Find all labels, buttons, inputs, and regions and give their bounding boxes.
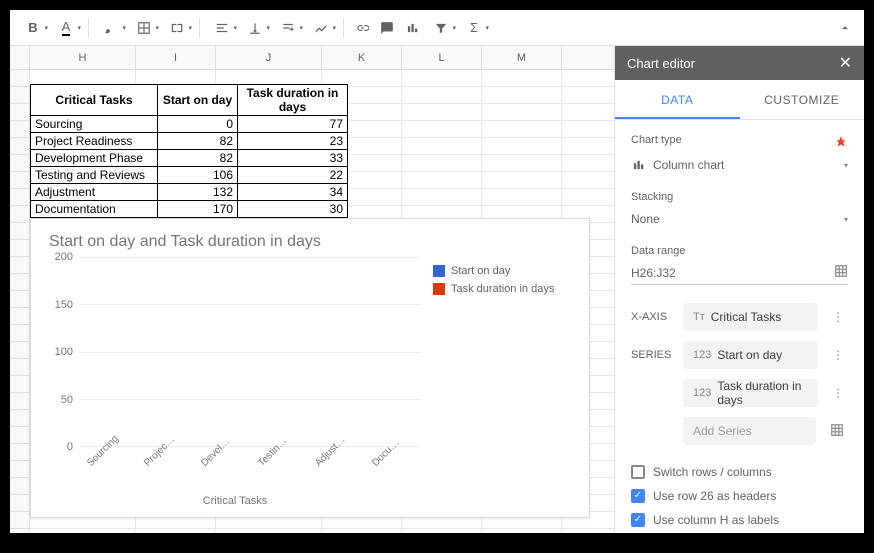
- sheet-area[interactable]: H I J K L M Critical Tasks Start on day …: [10, 46, 614, 533]
- col-header-h[interactable]: H: [30, 46, 136, 69]
- table-header-tasks: Critical Tasks: [31, 85, 158, 116]
- grid-icon[interactable]: [826, 423, 848, 440]
- more-icon[interactable]: ⋮: [828, 310, 848, 324]
- filter-button[interactable]: ▾: [426, 15, 456, 41]
- chart-type-select[interactable]: Column chart ▾: [631, 153, 848, 177]
- number-type-icon: 123: [693, 349, 711, 361]
- table-header-duration: Task duration in days: [238, 85, 348, 116]
- series-label: SERIES: [631, 349, 673, 361]
- functions-button[interactable]: Σ▾: [459, 15, 489, 41]
- bold-button[interactable]: B▾: [18, 15, 48, 41]
- col-header-i[interactable]: I: [136, 46, 216, 69]
- table-row[interactable]: Development Phase8233: [31, 150, 348, 167]
- table-row[interactable]: Testing and Reviews10622: [31, 167, 348, 184]
- merge-button[interactable]: ▾: [162, 15, 192, 41]
- rotate-button[interactable]: ▾: [306, 15, 336, 41]
- x-axis-pill[interactable]: Tт Critical Tasks: [683, 303, 818, 331]
- wrap-button[interactable]: ▾: [273, 15, 303, 41]
- chart-editor-header: Chart editor ✕: [615, 46, 864, 80]
- align-button[interactable]: ▾: [207, 15, 237, 41]
- table-header-start: Start on day: [158, 85, 238, 116]
- chart[interactable]: Start on day and Task duration in days 0…: [30, 218, 590, 518]
- col-header-m[interactable]: M: [482, 46, 562, 69]
- toolbar: B▾ A▾ ▾ ▾ ▾ ▾ ▾ ▾ ▾: [10, 10, 864, 46]
- more-icon[interactable]: ⋮: [828, 386, 848, 400]
- number-type-icon: 123: [693, 387, 711, 399]
- data-table[interactable]: Critical Tasks Start on day Task duratio…: [30, 84, 348, 218]
- series-pill-0[interactable]: 123 Start on day: [683, 341, 818, 369]
- more-icon[interactable]: ⋮: [828, 348, 848, 362]
- use-row-headers-checkbox[interactable]: Use row 26 as headers: [631, 489, 848, 503]
- add-series-button[interactable]: Add Series: [683, 417, 816, 445]
- col-header-j[interactable]: J: [216, 46, 322, 69]
- x-axis-label: X-AXIS: [631, 311, 673, 323]
- chart-button[interactable]: [401, 15, 423, 41]
- collapse-toolbar-button[interactable]: [834, 15, 856, 41]
- comment-button[interactable]: [376, 15, 398, 41]
- col-header-k[interactable]: K: [322, 46, 402, 69]
- grid-icon[interactable]: [834, 264, 848, 281]
- table-row[interactable]: Adjustment13234: [31, 184, 348, 201]
- stacking-label: Stacking: [631, 191, 848, 203]
- chart-type-label: Chart type: [631, 134, 834, 146]
- fill-color-button[interactable]: ▾: [96, 15, 126, 41]
- tab-customize[interactable]: CUSTOMIZE: [740, 80, 865, 119]
- text-color-button[interactable]: A▾: [51, 15, 81, 41]
- data-range-label: Data range: [631, 245, 848, 257]
- series-pill-1[interactable]: 123 Task duration in days: [683, 379, 818, 407]
- valign-button[interactable]: ▾: [240, 15, 270, 41]
- chart-legend: Start on dayTask duration in days: [421, 257, 571, 497]
- tab-data[interactable]: DATA: [615, 80, 740, 119]
- text-type-icon: Tт: [693, 311, 705, 323]
- chart-title: Start on day and Task duration in days: [49, 233, 571, 251]
- pin-icon[interactable]: [834, 134, 848, 153]
- border-button[interactable]: ▾: [129, 15, 159, 41]
- switch-rows-columns-checkbox[interactable]: Switch rows / columns: [631, 465, 848, 479]
- table-row[interactable]: Documentation17030: [31, 201, 348, 218]
- chart-editor-panel: Chart editor ✕ DATA CUSTOMIZE Chart type: [614, 46, 864, 533]
- link-button[interactable]: [351, 15, 373, 41]
- data-range-input[interactable]: H26:J32: [631, 261, 848, 285]
- close-icon[interactable]: ✕: [839, 53, 852, 73]
- use-column-labels-checkbox[interactable]: Use column H as labels: [631, 513, 848, 527]
- chart-x-axis-label: Critical Tasks: [203, 495, 268, 507]
- table-row[interactable]: Project Readiness8223: [31, 133, 348, 150]
- col-header-l[interactable]: L: [402, 46, 482, 69]
- table-row[interactable]: Sourcing077: [31, 116, 348, 133]
- stacking-select[interactable]: None ▾: [631, 207, 848, 231]
